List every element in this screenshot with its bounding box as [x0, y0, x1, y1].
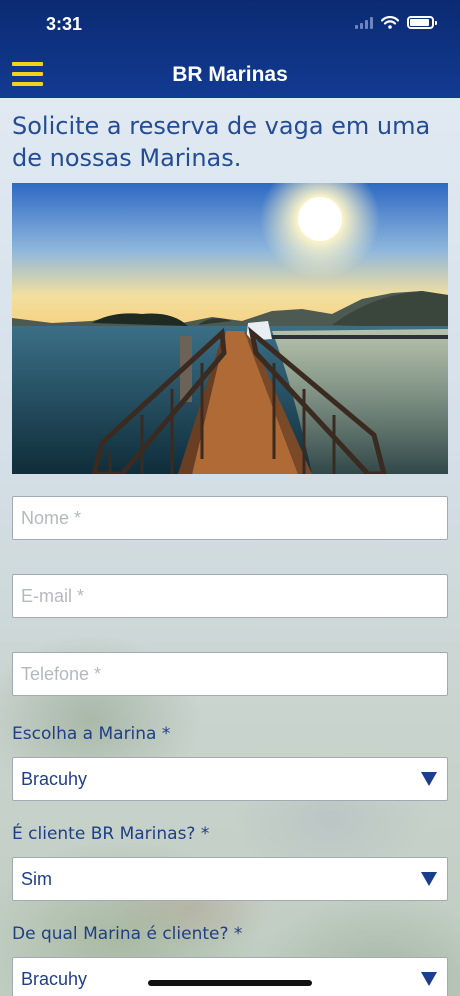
- email-field[interactable]: E-mail *: [12, 574, 448, 618]
- name-placeholder: Nome *: [21, 507, 82, 528]
- dropdown-caret-icon: [421, 772, 437, 786]
- is-client-selected-value: Sim: [21, 868, 52, 889]
- is-client-select[interactable]: Sim: [12, 857, 448, 901]
- app-header: 3:31 BR Marinas: [0, 0, 460, 98]
- page-title: BR Marinas: [172, 63, 288, 86]
- wifi-icon: [381, 16, 399, 29]
- client-marina-selected-value: Bracuhy: [21, 968, 88, 989]
- status-time: 3:31: [46, 14, 83, 34]
- marina-label: Escolha a Marina *: [12, 724, 171, 744]
- home-indicator[interactable]: [148, 980, 312, 986]
- client-marina-select[interactable]: Bracuhy: [12, 957, 448, 996]
- is-client-label: É cliente BR Marinas? *: [12, 824, 210, 844]
- phone-placeholder: Telefone *: [21, 663, 102, 684]
- marina-selected-value: Bracuhy: [21, 768, 88, 789]
- phone-field[interactable]: Telefone *: [12, 652, 448, 696]
- status-icons: [355, 16, 437, 29]
- name-field[interactable]: Nome *: [12, 496, 448, 540]
- hero-image: [12, 183, 448, 474]
- marina-select[interactable]: Bracuhy: [12, 757, 448, 801]
- intro-text: Solicite a reserva de vaga em uma de nos…: [12, 112, 431, 172]
- dropdown-caret-icon: [421, 872, 437, 886]
- dropdown-caret-icon: [421, 972, 437, 986]
- client-marina-label: De qual Marina é cliente? *: [12, 924, 243, 944]
- email-placeholder: E-mail *: [21, 585, 85, 606]
- battery-icon: [407, 16, 437, 29]
- cellular-signal-icon: [355, 16, 373, 29]
